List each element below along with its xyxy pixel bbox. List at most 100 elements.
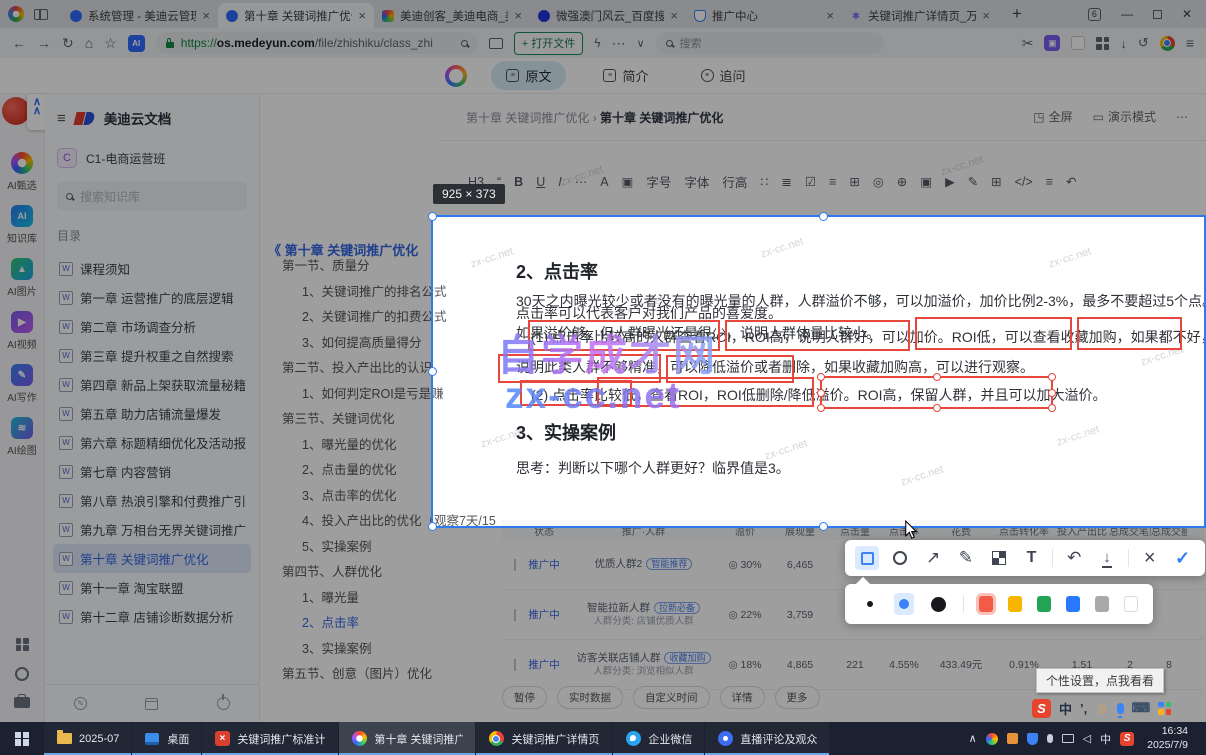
editor-tool[interactable]: 字号 bbox=[646, 172, 671, 191]
confirm-tool-icon[interactable]: ✓ bbox=[1171, 546, 1195, 570]
sidebar-doc-item[interactable]: W 第五章 助力店铺流量爆发 bbox=[53, 399, 251, 428]
annotation-handle[interactable] bbox=[932, 373, 941, 381]
sidebar-menu-icon[interactable]: ≡ bbox=[57, 110, 66, 127]
stroke-size-option[interactable] bbox=[894, 593, 914, 615]
annotation-handle[interactable] bbox=[1048, 373, 1056, 381]
editor-tool[interactable]: B bbox=[514, 175, 523, 189]
checkbox[interactable] bbox=[513, 608, 516, 621]
editor-tool[interactable]: ☑ bbox=[805, 174, 816, 189]
doc-tab-简介[interactable]: ≡ 简介 bbox=[588, 61, 663, 90]
toc-item[interactable]: 第五节、创意（图片）优化 bbox=[260, 662, 440, 688]
toc-item[interactable]: 4、投入产出比的优化（观察7天/15 bbox=[260, 509, 496, 535]
annotation-handle[interactable] bbox=[932, 404, 941, 412]
breadcrumb-parent[interactable]: 第十章 关键词推广优化 bbox=[466, 111, 589, 125]
edit-icon[interactable]: ✎ bbox=[74, 697, 88, 710]
annotation-handle[interactable] bbox=[1048, 404, 1056, 412]
editor-tool[interactable]: ⊞ bbox=[991, 174, 1001, 189]
table-action-button[interactable]: 暂停 bbox=[502, 686, 547, 709]
home-icon[interactable]: ⌂ bbox=[85, 35, 93, 51]
selection-handle[interactable] bbox=[428, 367, 437, 376]
sidebar-doc-item[interactable]: W 第十一章 淘宝联盟 bbox=[53, 573, 251, 602]
doc-tab-原文[interactable]: ≡ 原文 bbox=[491, 61, 567, 90]
taskbar-item[interactable]: 2025-07 bbox=[44, 722, 132, 755]
taskbar-item[interactable]: 桌面 bbox=[132, 722, 202, 755]
toc-item[interactable]: 3、如何提高质量得分 bbox=[260, 331, 440, 357]
reload-icon[interactable]: ↻ bbox=[62, 35, 74, 52]
tab-close-icon[interactable]: × bbox=[202, 8, 210, 23]
ai-extension-icon[interactable]: AI bbox=[127, 34, 145, 52]
taskbar-item[interactable]: × 关键词推广标准计... bbox=[202, 722, 339, 755]
table-action-button[interactable]: 更多 bbox=[774, 686, 820, 709]
cancel-tool-icon[interactable]: × bbox=[1138, 546, 1162, 570]
chevron-down-icon[interactable]: ∨ bbox=[637, 37, 645, 50]
more-actions-button[interactable]: ⋯ bbox=[1176, 110, 1188, 124]
browser-tab[interactable]: 推广中心 × bbox=[686, 3, 842, 28]
ai-rail-item-AI写作[interactable]: ✎ AI写作 bbox=[7, 364, 37, 404]
tray-display-icon[interactable] bbox=[1061, 734, 1074, 743]
sidebar-doc-item[interactable]: W 第四章 新品上架获取流量秘籍 bbox=[53, 370, 251, 399]
tray-sogou-icon[interactable]: S bbox=[1120, 731, 1135, 746]
table-action-button[interactable]: 自定义时间 bbox=[633, 686, 710, 709]
image-tool-icon[interactable] bbox=[488, 37, 503, 49]
browser-tab[interactable]: 第十章 关键词推广优化 × bbox=[218, 3, 374, 28]
editor-tool[interactable]: ◎ bbox=[873, 174, 884, 189]
editor-tool[interactable]: </> bbox=[1015, 175, 1033, 189]
sidebar-doc-item[interactable]: W 第十章 关键词推广优化 bbox=[53, 544, 251, 573]
close-window-button[interactable]: ✕ bbox=[1182, 7, 1192, 21]
doc-tab-追问[interactable]: ≡ 追问 bbox=[686, 61, 761, 90]
selection-handle[interactable] bbox=[428, 212, 437, 221]
download-tool-icon[interactable]: ↓ bbox=[1095, 546, 1119, 570]
editor-tool[interactable]: ≡ bbox=[1046, 175, 1053, 189]
annotation-rect[interactable] bbox=[725, 320, 910, 351]
search-icon[interactable] bbox=[460, 39, 468, 47]
editor-tool[interactable]: ✎ bbox=[968, 174, 978, 189]
browser-tab[interactable]: 系统管理 - 美迪云管理 × bbox=[62, 3, 218, 28]
minimize-button[interactable]: — bbox=[1121, 7, 1133, 21]
editor-tool[interactable]: ∷ bbox=[760, 174, 768, 189]
tab-close-icon[interactable]: × bbox=[358, 8, 366, 23]
tab-close-icon[interactable]: × bbox=[514, 8, 522, 23]
toc-item[interactable]: 3、点击率的优化 bbox=[260, 484, 440, 510]
mic-icon[interactable] bbox=[1116, 702, 1124, 718]
tray-orange-icon[interactable] bbox=[1006, 733, 1018, 744]
tray-volume-icon[interactable]: ◁ bbox=[1083, 732, 1091, 745]
toc-item[interactable]: 3、实操案例 bbox=[260, 637, 440, 663]
sidebar-doc-item[interactable]: W 第三章 提升权重之自然搜索 bbox=[53, 341, 251, 370]
table-action-button[interactable]: 实时数据 bbox=[557, 686, 623, 709]
maximize-button[interactable] bbox=[1152, 9, 1162, 19]
apps-grid-icon[interactable] bbox=[15, 638, 29, 651]
color-swatch[interactable] bbox=[1123, 596, 1139, 612]
circle-tool-icon[interactable] bbox=[888, 546, 912, 570]
editor-tool[interactable]: ▣ bbox=[622, 174, 634, 189]
annotation-handle[interactable] bbox=[817, 373, 825, 381]
bookmark-icon[interactable]: ☆ bbox=[104, 35, 117, 52]
history-icon[interactable]: ↺ bbox=[1138, 35, 1149, 51]
collapse-chevrons-icon[interactable]: ∧ ∧ bbox=[27, 94, 47, 130]
color-swatch[interactable] bbox=[1094, 596, 1109, 612]
tray-expand-icon[interactable]: ∧ bbox=[969, 732, 977, 745]
sidebar-doc-item[interactable]: W 第十二章 店铺诊断数据分析 bbox=[53, 602, 251, 631]
undo-tool-icon[interactable]: ↶ bbox=[1062, 546, 1086, 570]
ai-rail-item-AI甄选[interactable]: AI甄选 bbox=[7, 152, 37, 192]
taskbar-clock[interactable]: 16:34 2025/7/9 bbox=[1143, 725, 1198, 752]
editor-tool[interactable]: ↶ bbox=[1066, 174, 1076, 189]
sidebar-doc-item[interactable]: W 课程须知 bbox=[53, 254, 251, 283]
tray-color-icon[interactable] bbox=[985, 732, 998, 745]
color-swatch[interactable] bbox=[978, 596, 993, 612]
editor-tool[interactable]: ⊕ bbox=[897, 174, 907, 189]
ai-rail-item-知识库[interactable]: AI 知识库 bbox=[7, 205, 37, 245]
flash-icon[interactable]: ϟ bbox=[594, 36, 600, 50]
calendar-icon[interactable] bbox=[145, 697, 159, 710]
editor-tool[interactable]: ▣ bbox=[920, 174, 932, 189]
tray-shield-icon[interactable] bbox=[1026, 732, 1038, 745]
taskbar-item[interactable]: 企业微信 bbox=[613, 722, 705, 755]
taskbar-item[interactable]: 关键词推广详情页... bbox=[476, 722, 613, 755]
sidebar-doc-item[interactable]: W 第二章 市场调查分析 bbox=[53, 312, 251, 341]
power-icon[interactable] bbox=[216, 694, 230, 710]
editor-tool[interactable]: 行高 bbox=[722, 172, 747, 191]
ime-lang-toggle[interactable]: 中 bbox=[1059, 699, 1072, 718]
toolbar-search-input[interactable]: 搜索 bbox=[655, 32, 884, 54]
toc-item[interactable]: 第四节、人群优化 bbox=[260, 560, 440, 586]
browser-logo-icon[interactable] bbox=[8, 6, 24, 22]
red-badge-icon[interactable] bbox=[2, 97, 30, 125]
